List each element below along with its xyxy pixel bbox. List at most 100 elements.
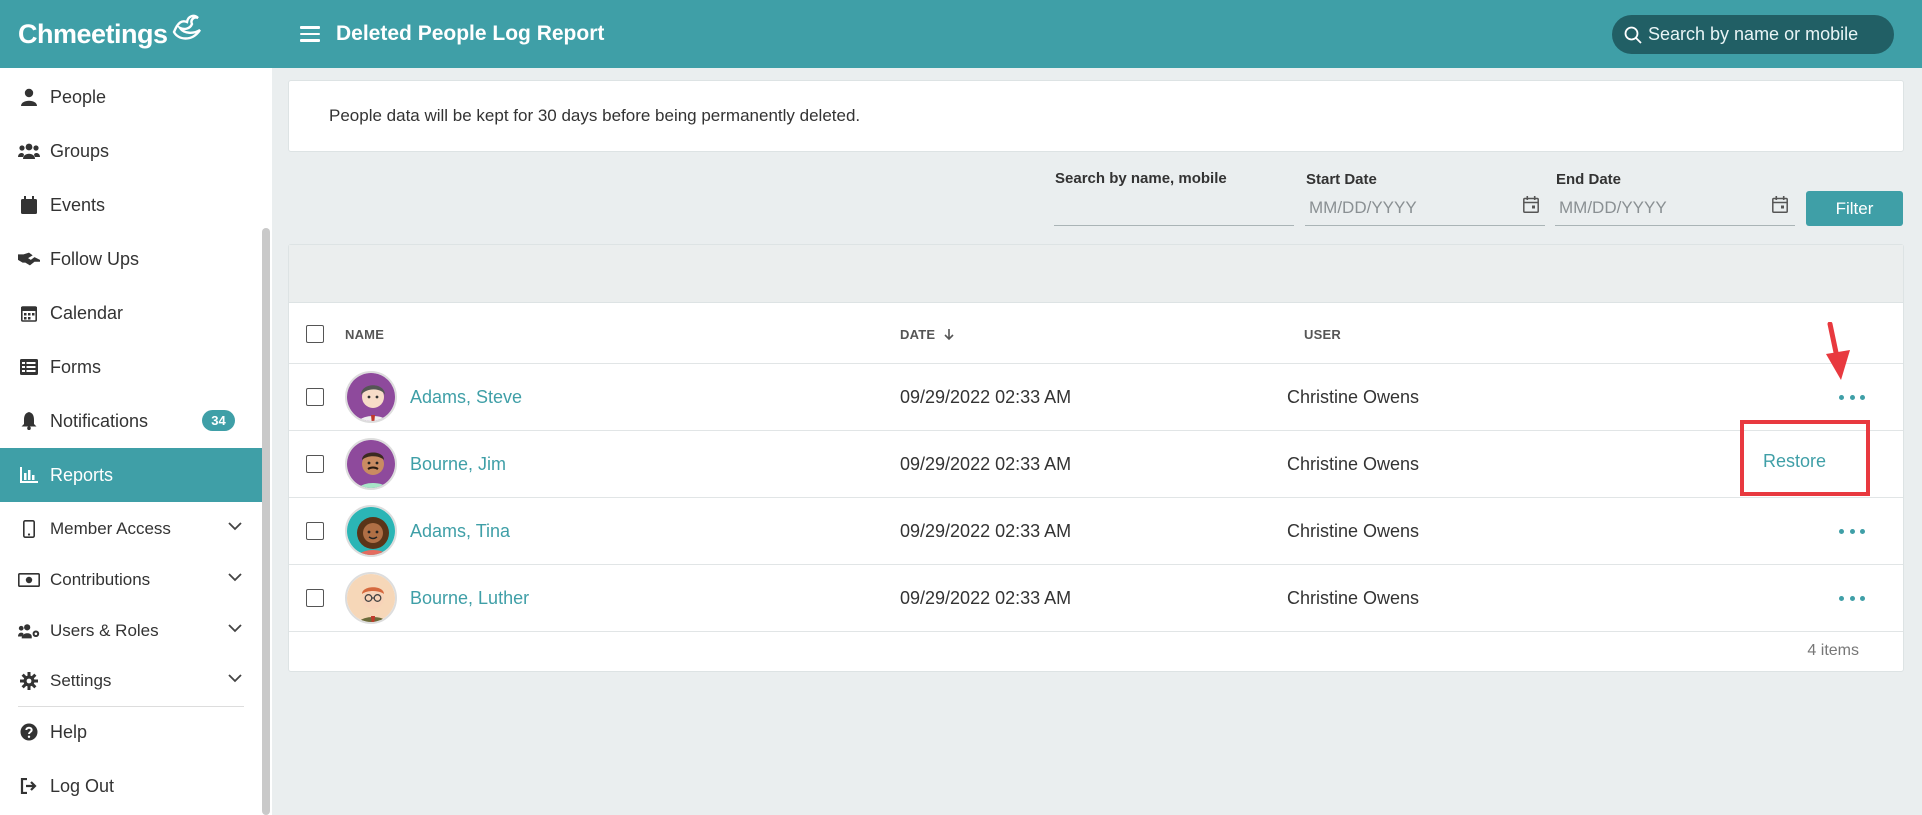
chevron-down-icon[interactable] — [228, 522, 242, 531]
bell-icon — [18, 410, 40, 432]
deleted-date: 09/29/2022 02:33 AM — [900, 588, 1072, 608]
column-header-user[interactable]: USER — [1304, 327, 1341, 342]
deleted-date: 09/29/2022 02:33 AM — [900, 454, 1072, 474]
bar-chart-icon — [18, 464, 40, 486]
sidebar-item-label: Calendar — [50, 302, 124, 323]
sidebar-item-notifications[interactable]: Notifications 34 — [0, 394, 262, 448]
deleted-date: 09/29/2022 02:33 AM — [900, 387, 1072, 407]
sidebar-item-label: Reports — [50, 464, 114, 485]
sidebar-item-label: People — [50, 86, 107, 107]
chevron-down-icon[interactable] — [228, 573, 242, 582]
sidebar-item-label: Follow Ups — [50, 248, 140, 269]
notifications-count-badge: 34 — [202, 410, 235, 431]
chevron-down-icon[interactable] — [228, 674, 242, 683]
menu-toggle-icon[interactable] — [300, 22, 322, 46]
restore-highlight-box — [1740, 420, 1870, 496]
sidebar-item-help[interactable]: Help — [0, 705, 262, 759]
sidebar-item-label: Groups — [50, 140, 110, 161]
deleted-by-user: Christine Owens — [1287, 454, 1420, 474]
calendar-grid-icon — [18, 302, 40, 324]
table-row: Bourne, Jim 09/29/2022 02:33 AM Christin… — [289, 431, 1903, 498]
sidebar-item-member-access[interactable]: Member Access — [0, 502, 262, 556]
brand-logo[interactable]: Chmeetings — [18, 14, 204, 54]
sort-descending-icon — [944, 329, 954, 341]
more-actions-icon[interactable] — [1839, 593, 1865, 603]
users-icon — [18, 140, 40, 162]
gear-icon — [18, 670, 40, 692]
deleted-by-user: Christine Owens — [1287, 387, 1420, 407]
column-header-name[interactable]: NAME — [345, 327, 384, 342]
chevron-down-icon[interactable] — [228, 624, 242, 633]
avatar — [345, 438, 397, 490]
sidebar-item-users-roles[interactable]: Users & Roles — [0, 604, 262, 658]
more-actions-icon[interactable] — [1839, 526, 1865, 536]
handshake-icon — [18, 248, 40, 270]
sidebar-item-people[interactable]: People — [0, 70, 262, 124]
start-date-label: Start Date — [1306, 171, 1377, 188]
sidebar-item-label: Help — [50, 721, 88, 742]
red-arrow-annotation — [1826, 322, 1850, 380]
sidebar-item-calendar[interactable]: Calendar — [0, 286, 262, 340]
item-count: 4 items — [1807, 642, 1859, 659]
grid-header: NAME DATE USER — [289, 303, 1903, 364]
grid-toolbar — [289, 245, 1903, 303]
money-icon — [18, 569, 40, 591]
person-name-link[interactable]: Adams, Steve — [410, 387, 522, 408]
sidebar-item-forms[interactable]: Forms — [0, 340, 262, 394]
person-name-link[interactable]: Bourne, Jim — [410, 454, 506, 475]
search-icon — [1624, 26, 1642, 44]
top-bar: Chmeetings Deleted People Log Report — [0, 0, 1922, 68]
deleted-by-user: Christine Owens — [1287, 588, 1420, 608]
person-name-link[interactable]: Bourne, Luther — [410, 588, 529, 609]
global-search-input[interactable] — [1648, 24, 1888, 45]
logout-icon — [18, 775, 40, 797]
sidebar-item-follow-ups[interactable]: Follow Ups — [0, 232, 262, 286]
sidebar: People Groups Events Follow Ups Calendar… — [0, 68, 272, 815]
deleted-date: 09/29/2022 02:33 AM — [900, 521, 1072, 541]
search-filter-input[interactable] — [1054, 190, 1294, 226]
sidebar-scrollbar[interactable] — [262, 228, 270, 815]
avatar — [345, 572, 397, 624]
sidebar-item-reports[interactable]: Reports — [0, 448, 262, 502]
row-checkbox[interactable] — [306, 455, 324, 473]
question-icon — [18, 721, 40, 743]
more-actions-icon[interactable] — [1839, 392, 1865, 402]
retention-notice: People data will be kept for 30 days bef… — [288, 80, 1904, 152]
sidebar-item-label: Member Access — [50, 519, 171, 538]
select-all-checkbox[interactable] — [306, 325, 324, 343]
sidebar-item-label: Users & Roles — [50, 621, 159, 640]
filter-button[interactable]: Filter — [1806, 191, 1903, 226]
users-cog-icon — [18, 620, 40, 642]
sidebar-item-label: Settings — [50, 671, 112, 690]
sidebar-item-label: Contributions — [50, 570, 151, 589]
table-row: Adams, Tina 09/29/2022 02:33 AM Christin… — [289, 498, 1903, 565]
sidebar-item-label: Notifications — [50, 410, 149, 431]
table-row: Adams, Steve 09/29/2022 02:33 AM Christi… — [289, 364, 1903, 431]
avatar — [345, 371, 397, 423]
start-date-calendar-icon[interactable] — [1523, 196, 1539, 213]
page-title: Deleted People Log Report — [336, 22, 605, 45]
deleted-people-grid: NAME DATE USER Adams, Steve 09/29/2022 0… — [288, 244, 1904, 672]
row-checkbox[interactable] — [306, 589, 324, 607]
sidebar-item-events[interactable]: Events — [0, 178, 262, 232]
sidebar-item-settings[interactable]: Settings — [0, 654, 262, 708]
table-row: Bourne, Luther 09/29/2022 02:33 AM Chris… — [289, 565, 1903, 632]
sidebar-item-label: Forms — [50, 356, 101, 377]
end-date-calendar-icon[interactable] — [1772, 196, 1788, 213]
row-checkbox[interactable] — [306, 388, 324, 406]
person-icon — [18, 86, 40, 108]
column-header-date-label: DATE — [900, 327, 936, 342]
start-date-input[interactable] — [1305, 190, 1545, 226]
calendar-icon — [18, 194, 40, 216]
row-checkbox[interactable] — [306, 522, 324, 540]
sidebar-item-groups[interactable]: Groups — [0, 124, 262, 178]
sidebar-item-contributions[interactable]: Contributions — [0, 553, 262, 607]
person-name-link[interactable]: Adams, Tina — [410, 521, 510, 542]
sidebar-item-log-out[interactable]: Log Out — [0, 759, 262, 813]
sidebar-item-label: Events — [50, 194, 106, 215]
column-header-date[interactable]: DATE — [900, 327, 955, 342]
retention-notice-text: People data will be kept for 30 days bef… — [329, 106, 861, 125]
end-date-input[interactable] — [1555, 190, 1795, 226]
search-filter-label: Search by name, mobile — [1055, 170, 1227, 187]
global-search[interactable] — [1612, 15, 1894, 54]
